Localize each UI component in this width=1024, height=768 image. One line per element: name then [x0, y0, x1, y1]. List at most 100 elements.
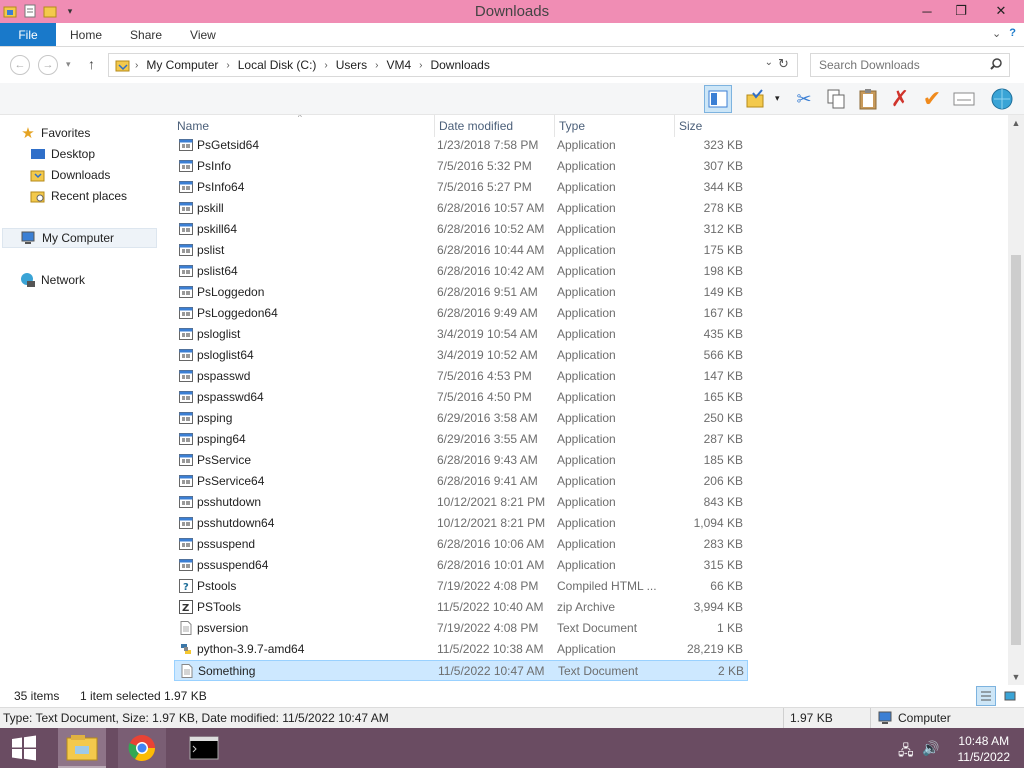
details-view-icon [981, 691, 991, 701]
nav-downloads[interactable]: Downloads [30, 165, 110, 185]
file-row[interactable]: psversion 7/19/2022 4:08 PM Text Document 1… [174, 618, 748, 639]
file-row[interactable]: psping64 6/29/2016 3:55 AM Application 287 … [174, 429, 748, 450]
scrollbar-thumb[interactable] [1011, 255, 1021, 645]
volume-tray-icon[interactable]: 🔊 [922, 740, 939, 757]
file-row[interactable]: pslist64 6/28/2016 10:42 AM Application 198… [174, 261, 748, 282]
file-row[interactable]: PsInfo 7/5/2016 5:32 PM Application 307 KB [174, 156, 748, 177]
crumb-downloads[interactable]: Downloads [430, 58, 489, 72]
taskbar-command-prompt[interactable] [180, 728, 228, 768]
search-icon[interactable] [989, 57, 1003, 74]
preview-pane-button[interactable] [704, 85, 732, 113]
rename-button[interactable]: ✔ [918, 85, 946, 113]
tab-view[interactable]: View [176, 23, 230, 46]
file-row[interactable]: psloglist64 3/4/2019 10:52 AM Application 5… [174, 345, 748, 366]
nav-recent-places[interactable]: Recent places [30, 186, 127, 206]
refresh-icon[interactable]: ↻ [778, 56, 789, 72]
file-date: 6/28/2016 10:44 AM [437, 243, 545, 257]
cut-button[interactable]: ✂ [790, 85, 818, 113]
properties-button[interactable] [950, 85, 978, 113]
file-row[interactable]: psshutdown 10/12/2021 8:21 PM Application 8… [174, 492, 748, 513]
nav-network[interactable]: Network [20, 270, 85, 290]
close-button[interactable]: ✕ [978, 0, 1024, 22]
tab-home[interactable]: Home [56, 23, 116, 46]
file-size: 566 KB [703, 348, 743, 362]
file-row[interactable]: PsService64 6/28/2016 9:41 AM Application 2… [174, 471, 748, 492]
crumb-vm4[interactable]: VM4 [386, 58, 411, 72]
delete-button[interactable]: ✗ [886, 85, 914, 113]
folder-options-button[interactable] [742, 85, 770, 113]
navigation-pane: ★ Favorites Desktop Downloads Recent pla… [0, 115, 160, 685]
text-document-icon [179, 621, 193, 635]
network-globe-button[interactable] [988, 85, 1016, 113]
breadcrumb: My Computer › Local Disk (C:) › Users › VM4… [146, 58, 490, 72]
file-type: Text Document [557, 621, 638, 635]
maximize-button[interactable]: ❐ [944, 0, 978, 22]
search-input[interactable] [819, 58, 989, 72]
file-type: Application [557, 411, 616, 425]
help-icon[interactable]: ? [1009, 27, 1016, 40]
paste-button[interactable] [854, 85, 882, 113]
large-icons-view-button[interactable] [1000, 686, 1020, 706]
file-row[interactable]: PsService 6/28/2016 9:43 AM Application 185… [174, 450, 748, 471]
file-row[interactable]: pskill64 6/28/2016 10:52 AM Application 312… [174, 219, 748, 240]
column-date-modified[interactable]: Date modified [434, 115, 552, 137]
search-box[interactable] [810, 53, 1010, 77]
up-button[interactable]: ↑ [88, 56, 95, 72]
file-row[interactable]: Something 11/5/2022 10:47 AM Text Document… [174, 660, 748, 681]
file-row[interactable]: pssuspend64 6/28/2016 10:01 AM Application… [174, 555, 748, 576]
file-size: 198 KB [703, 264, 743, 278]
folder-options-dropdown-icon[interactable]: ▾ [775, 93, 780, 104]
minimize-button[interactable]: ─ [910, 0, 944, 22]
system-clock[interactable]: 10:48 AM 11/5/2022 [958, 733, 1011, 765]
file-name: pssuspend [197, 537, 256, 551]
scroll-up-arrow-icon[interactable]: ▲ [1008, 115, 1024, 131]
forward-button[interactable]: → [38, 55, 58, 75]
file-date: 7/5/2016 4:53 PM [437, 369, 532, 383]
file-row[interactable]: ? Pstools 7/19/2022 4:08 PM Compiled HTML .… [174, 576, 748, 597]
item-count: 35 items [14, 689, 60, 703]
crumb-my-computer[interactable]: My Computer [146, 58, 218, 72]
nav-desktop[interactable]: Desktop [30, 144, 95, 164]
back-button[interactable]: ← [10, 55, 30, 75]
breadcrumb-chevron-icon[interactable]: › [135, 60, 138, 71]
file-row[interactable]: PsGetsid64 1/23/2018 7:58 PM Application 32… [174, 135, 748, 156]
file-row[interactable]: pssuspend 6/28/2016 10:06 AM Application 28… [174, 534, 748, 555]
nav-favorites[interactable]: ★ Favorites [20, 123, 90, 143]
column-type[interactable]: Type [554, 115, 672, 137]
file-list: ^ Name Date modified Type Size PsGetsid6… [160, 115, 1008, 685]
taskbar-chrome[interactable] [118, 728, 166, 768]
copy-button[interactable] [822, 85, 850, 113]
nav-my-computer[interactable]: My Computer [2, 228, 157, 248]
file-row[interactable]: pspasswd64 7/5/2016 4:50 PM Application 165… [174, 387, 748, 408]
start-button[interactable] [4, 728, 44, 768]
column-size[interactable]: Size [674, 115, 746, 137]
file-row[interactable]: python-3.9.7-amd64 11/5/2022 10:38 AM Appl… [174, 639, 748, 660]
file-row[interactable]: psping 6/29/2016 3:58 AM Application 250 KB [174, 408, 748, 429]
scroll-down-arrow-icon[interactable]: ▼ [1008, 669, 1024, 685]
vertical-scrollbar[interactable]: ▲ ▼ [1008, 115, 1024, 685]
file-row[interactable]: PsLoggedon 6/28/2016 9:51 AM Application 14… [174, 282, 748, 303]
file-row[interactable]: pslist 6/28/2016 10:44 AM Application 175 K… [174, 240, 748, 261]
recent-locations-icon[interactable]: ▾ [66, 59, 71, 70]
crumb-local-disk[interactable]: Local Disk (C:) [238, 58, 317, 72]
file-name: PsService [197, 453, 252, 467]
expand-ribbon-icon[interactable]: ⌄ [992, 27, 1001, 40]
file-row[interactable]: pskill 6/28/2016 10:57 AM Application 278 K… [174, 198, 748, 219]
tab-share[interactable]: Share [116, 23, 176, 46]
network-tray-icon[interactable]: 🖧 [898, 740, 914, 764]
preview-pane-icon [708, 90, 728, 108]
crumb-users[interactable]: Users [336, 58, 367, 72]
tab-file[interactable]: File [0, 23, 56, 46]
address-dropdown-icon[interactable]: ⌄ [765, 57, 773, 68]
file-row[interactable]: Z PSTools 11/5/2022 10:40 AM zip Archive 3,9… [174, 597, 748, 618]
taskbar-file-explorer[interactable] [58, 728, 106, 768]
column-name[interactable]: Name [177, 115, 432, 137]
file-row[interactable]: pspasswd 7/5/2016 4:53 PM Application 147 K… [174, 366, 748, 387]
details-view-button[interactable] [976, 686, 996, 706]
file-row[interactable]: PsLoggedon64 6/28/2016 9:49 AM Application… [174, 303, 748, 324]
file-type: Application [557, 222, 616, 236]
file-row[interactable]: psloglist 3/4/2019 10:54 AM Application 435… [174, 324, 748, 345]
file-row[interactable]: PsInfo64 7/5/2016 5:27 PM Application 344 K… [174, 177, 748, 198]
address-bar[interactable]: › My Computer › Local Disk (C:) › Users › V… [108, 53, 798, 77]
file-row[interactable]: psshutdown64 10/12/2021 8:21 PM Applicatio… [174, 513, 748, 534]
